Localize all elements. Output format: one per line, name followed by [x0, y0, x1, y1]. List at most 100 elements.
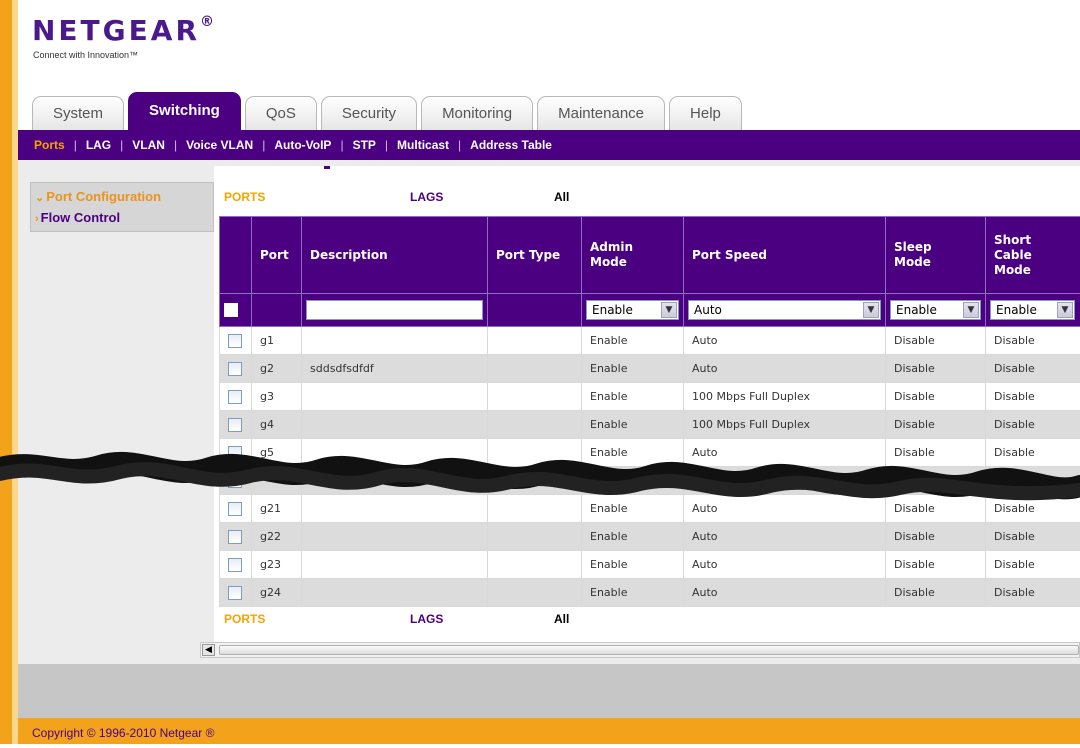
brand-tagline: Connect with Innovation™: [33, 50, 138, 60]
cell-admin-mode: Enable: [582, 411, 684, 439]
cell-port-speed: [684, 467, 886, 495]
cell-description: [302, 327, 488, 355]
subnav-vlan[interactable]: VLAN: [132, 138, 165, 152]
row-select-checkbox[interactable]: [228, 530, 242, 544]
cell-port-type: [488, 495, 582, 523]
description-input[interactable]: [306, 300, 483, 320]
filter-links-top: PORTS LAGS All: [214, 190, 1080, 208]
select-all-checkbox[interactable]: [224, 303, 238, 317]
cell-port-type: [488, 327, 582, 355]
cell-port: g3: [252, 383, 302, 411]
tab-switching[interactable]: Switching: [128, 92, 241, 130]
header-admin-mode[interactable]: AdminMode: [582, 217, 684, 294]
cell-port: g22: [252, 523, 302, 551]
row-select-checkbox[interactable]: [228, 362, 242, 376]
row-select-checkbox[interactable]: [228, 502, 242, 516]
cell-port-speed: Auto: [684, 551, 886, 579]
header-port[interactable]: Port: [252, 217, 302, 294]
leftnav-port-configuration[interactable]: ⌄Port Configuration: [31, 187, 213, 208]
leftnav-flow-control[interactable]: ›Flow Control: [31, 208, 213, 229]
row-select-checkbox[interactable]: [228, 446, 242, 460]
table-row: g5EnableAutoDisableDisable: [220, 439, 1080, 467]
header-port-type[interactable]: Port Type: [488, 217, 582, 294]
tab-system[interactable]: System: [32, 96, 124, 130]
row-select-checkbox[interactable]: [228, 418, 242, 432]
header-port-speed[interactable]: Port Speed: [684, 217, 886, 294]
subnav-address-table[interactable]: Address Table: [470, 138, 552, 152]
row-select-checkbox[interactable]: [228, 558, 242, 572]
port-speed-select[interactable]: Auto▼: [688, 300, 881, 320]
cell-short-cable-mode: Disable: [986, 551, 1080, 579]
table-row: g3Enable100 Mbps Full DuplexDisableDisab…: [220, 383, 1080, 411]
header-short-cable-mode[interactable]: ShortCableMode: [986, 217, 1080, 294]
cell-description: [302, 523, 488, 551]
bulk-edit-row: Enable▼ Auto▼ Enable▼ Enable▼: [220, 294, 1080, 327]
subnav-auto-voip[interactable]: Auto-VoIP: [274, 138, 331, 152]
cell-port-type: [488, 355, 582, 383]
cell-port-speed: Auto: [684, 495, 886, 523]
cell-port: g23: [252, 551, 302, 579]
cell-description: [302, 467, 488, 495]
filter-lags-link[interactable]: LAGS: [410, 190, 443, 204]
cell-short-cable-mode: Disable: [986, 579, 1080, 607]
app-window: NETGEAR® Connect with Innovation™ System…: [18, 0, 1080, 744]
filter-ports-link[interactable]: PORTS: [224, 190, 265, 204]
cell-description: [302, 411, 488, 439]
cell-admin-mode: Enable: [582, 579, 684, 607]
chevron-down-icon: ▼: [661, 302, 677, 318]
cell-description: [302, 551, 488, 579]
subnav-stp[interactable]: STP: [353, 138, 376, 152]
netgear-logo: NETGEAR®: [32, 14, 217, 47]
cell-description: [302, 439, 488, 467]
cell-port-speed: 100 Mbps Full Duplex: [684, 411, 886, 439]
header-sleep-mode[interactable]: SleepMode: [886, 217, 986, 294]
table-row: g21EnableAutoDisableDisable: [220, 495, 1080, 523]
filter-lags-link[interactable]: LAGS: [410, 612, 443, 626]
subnav-lag[interactable]: LAG: [86, 138, 111, 152]
arrow-left-icon[interactable]: ◀: [202, 644, 215, 656]
sleep-mode-select[interactable]: Enable▼: [890, 300, 981, 320]
scrollbar-thumb[interactable]: [219, 645, 1079, 655]
row-select-checkbox[interactable]: [228, 474, 242, 488]
tab-help[interactable]: Help: [669, 96, 742, 130]
cell-short-cable-mode: Disable: [986, 523, 1080, 551]
cell-admin-mode: Enable: [582, 439, 684, 467]
filter-all-link[interactable]: All: [554, 190, 569, 204]
cell-short-cable-mode: Disable: [986, 495, 1080, 523]
cell-port-speed: 100 Mbps Full Duplex: [684, 383, 886, 411]
short-cable-mode-select[interactable]: Enable▼: [990, 300, 1075, 320]
cell-admin-mode: [582, 467, 684, 495]
cell-sleep-mode: Disable: [886, 327, 986, 355]
cell-admin-mode: Enable: [582, 523, 684, 551]
subnav-multicast[interactable]: Multicast: [397, 138, 449, 152]
subnav-voice-vlan[interactable]: Voice VLAN: [186, 138, 253, 152]
cell-admin-mode: Enable: [582, 383, 684, 411]
cell-admin-mode: Enable: [582, 355, 684, 383]
cell-sleep-mode: Disable: [886, 551, 986, 579]
tab-monitoring[interactable]: Monitoring: [421, 96, 533, 130]
row-select-checkbox[interactable]: [228, 334, 242, 348]
tab-qos[interactable]: QoS: [245, 96, 317, 130]
filter-all-link[interactable]: All: [554, 612, 569, 626]
subnav-ports[interactable]: Ports: [34, 138, 65, 152]
port-config-panel: PORTS LAGS All Port Description Port Typ…: [214, 166, 1080, 642]
tab-maintenance[interactable]: Maintenance: [537, 96, 665, 130]
cell-port: g5: [252, 439, 302, 467]
horizontal-scrollbar[interactable]: ◀: [200, 642, 1080, 658]
row-select-checkbox[interactable]: [228, 586, 242, 600]
cell-short-cable-mode: Disable: [986, 327, 1080, 355]
tab-security[interactable]: Security: [321, 96, 417, 130]
row-select-checkbox[interactable]: [228, 390, 242, 404]
table-row: g2sddsdfsdfdfEnableAutoDisableDisable: [220, 355, 1080, 383]
filter-ports-link[interactable]: PORTS: [224, 612, 265, 626]
cell-short-cable-mode: Disable: [986, 411, 1080, 439]
cell-sleep-mode: Disable: [886, 579, 986, 607]
left-navigation: ⌄Port Configuration ›Flow Control: [30, 182, 214, 232]
cell-description: sddsdfsdfdf: [302, 355, 488, 383]
cell-sleep-mode: Disable: [886, 383, 986, 411]
admin-mode-select[interactable]: Enable▼: [586, 300, 679, 320]
filter-links-bottom: PORTS LAGS All: [214, 612, 1080, 630]
header-description[interactable]: Description: [302, 217, 488, 294]
table-row: g22EnableAutoDisableDisable: [220, 523, 1080, 551]
main-tabs: System Switching QoS Security Monitoring…: [32, 92, 742, 130]
